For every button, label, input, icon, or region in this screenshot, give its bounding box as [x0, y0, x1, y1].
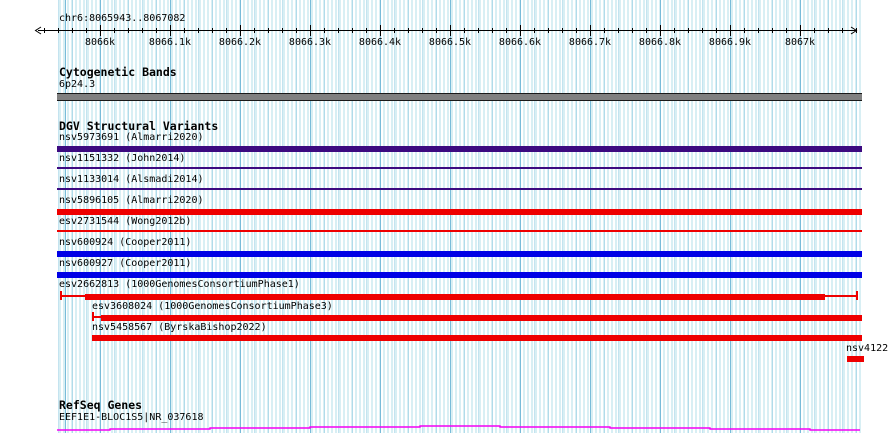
genome-browser-panel: chr6:8065943..8067082 8066k8066.1k8066.2… — [0, 0, 890, 440]
variant-bar[interactable] — [57, 188, 862, 190]
variant-label: nsv600924 (Cooper2011) — [59, 237, 191, 249]
variant-bar[interactable] — [92, 335, 862, 341]
variant-bar[interactable] — [57, 251, 862, 257]
variant-label: nsv1151332 (John2014) — [59, 153, 185, 165]
cytoband-bar[interactable] — [57, 93, 862, 101]
variant-range-line[interactable] — [94, 316, 101, 318]
variant-label: nsv5458567 (ByrskaBishop2022) — [92, 322, 267, 334]
cytoband-track-header: Cytogenetic Bands — [59, 66, 177, 79]
refseq-track-header: RefSeq Genes — [59, 399, 142, 412]
variant-bar[interactable] — [847, 356, 864, 362]
ruler-axis — [0, 0, 890, 60]
cytoband-label: 6p24.3 — [59, 79, 95, 91]
ruler-tick-label: 8066k — [85, 37, 115, 48]
ruler-tick-label: 8066.1k — [149, 37, 191, 48]
variant-range-line[interactable] — [825, 295, 856, 297]
variant-bar[interactable] — [57, 272, 862, 278]
variant-label: nsv4122 — [846, 343, 888, 355]
ruler-tick-label: 8066.6k — [499, 37, 541, 48]
refseq-gene-label: EEF1E1-BLOC1S5|NR_037618 — [59, 412, 204, 424]
ruler-tick-label: 8066.5k — [429, 37, 471, 48]
variant-bar[interactable] — [57, 209, 862, 215]
ruler-tick-label: 8066.2k — [219, 37, 261, 48]
variant-label: nsv5896105 (Almarri2020) — [59, 195, 204, 207]
variant-bar[interactable] — [57, 146, 862, 152]
ruler-tick-label: 8066.3k — [289, 37, 331, 48]
variant-label: nsv1133014 (Alsmadi2014) — [59, 174, 204, 186]
variant-bar[interactable] — [57, 230, 862, 232]
variant-bar[interactable] — [101, 315, 862, 321]
variant-bar[interactable] — [57, 167, 862, 169]
variant-label: nsv600927 (Cooper2011) — [59, 258, 191, 270]
ruler-tick-label: 8066.8k — [639, 37, 681, 48]
ruler-tick-label: 8066.7k — [569, 37, 611, 48]
ruler-tick-label: 8066.4k — [359, 37, 401, 48]
variant-label: esv2662813 (1000GenomesConsortiumPhase1) — [59, 279, 300, 291]
variant-label: esv2731544 (Wong2012b) — [59, 216, 191, 228]
variant-range-line[interactable] — [62, 295, 85, 297]
variant-label: nsv5973691 (Almarri2020) — [59, 132, 204, 144]
variant-label: esv3608024 (1000GenomesConsortiumPhase3) — [92, 301, 333, 313]
variant-bar[interactable] — [85, 294, 825, 300]
ruler-tick-label: 8067k — [785, 37, 815, 48]
ruler-tick-label: 8066.9k — [709, 37, 751, 48]
variant-bracket-right[interactable] — [856, 291, 858, 300]
